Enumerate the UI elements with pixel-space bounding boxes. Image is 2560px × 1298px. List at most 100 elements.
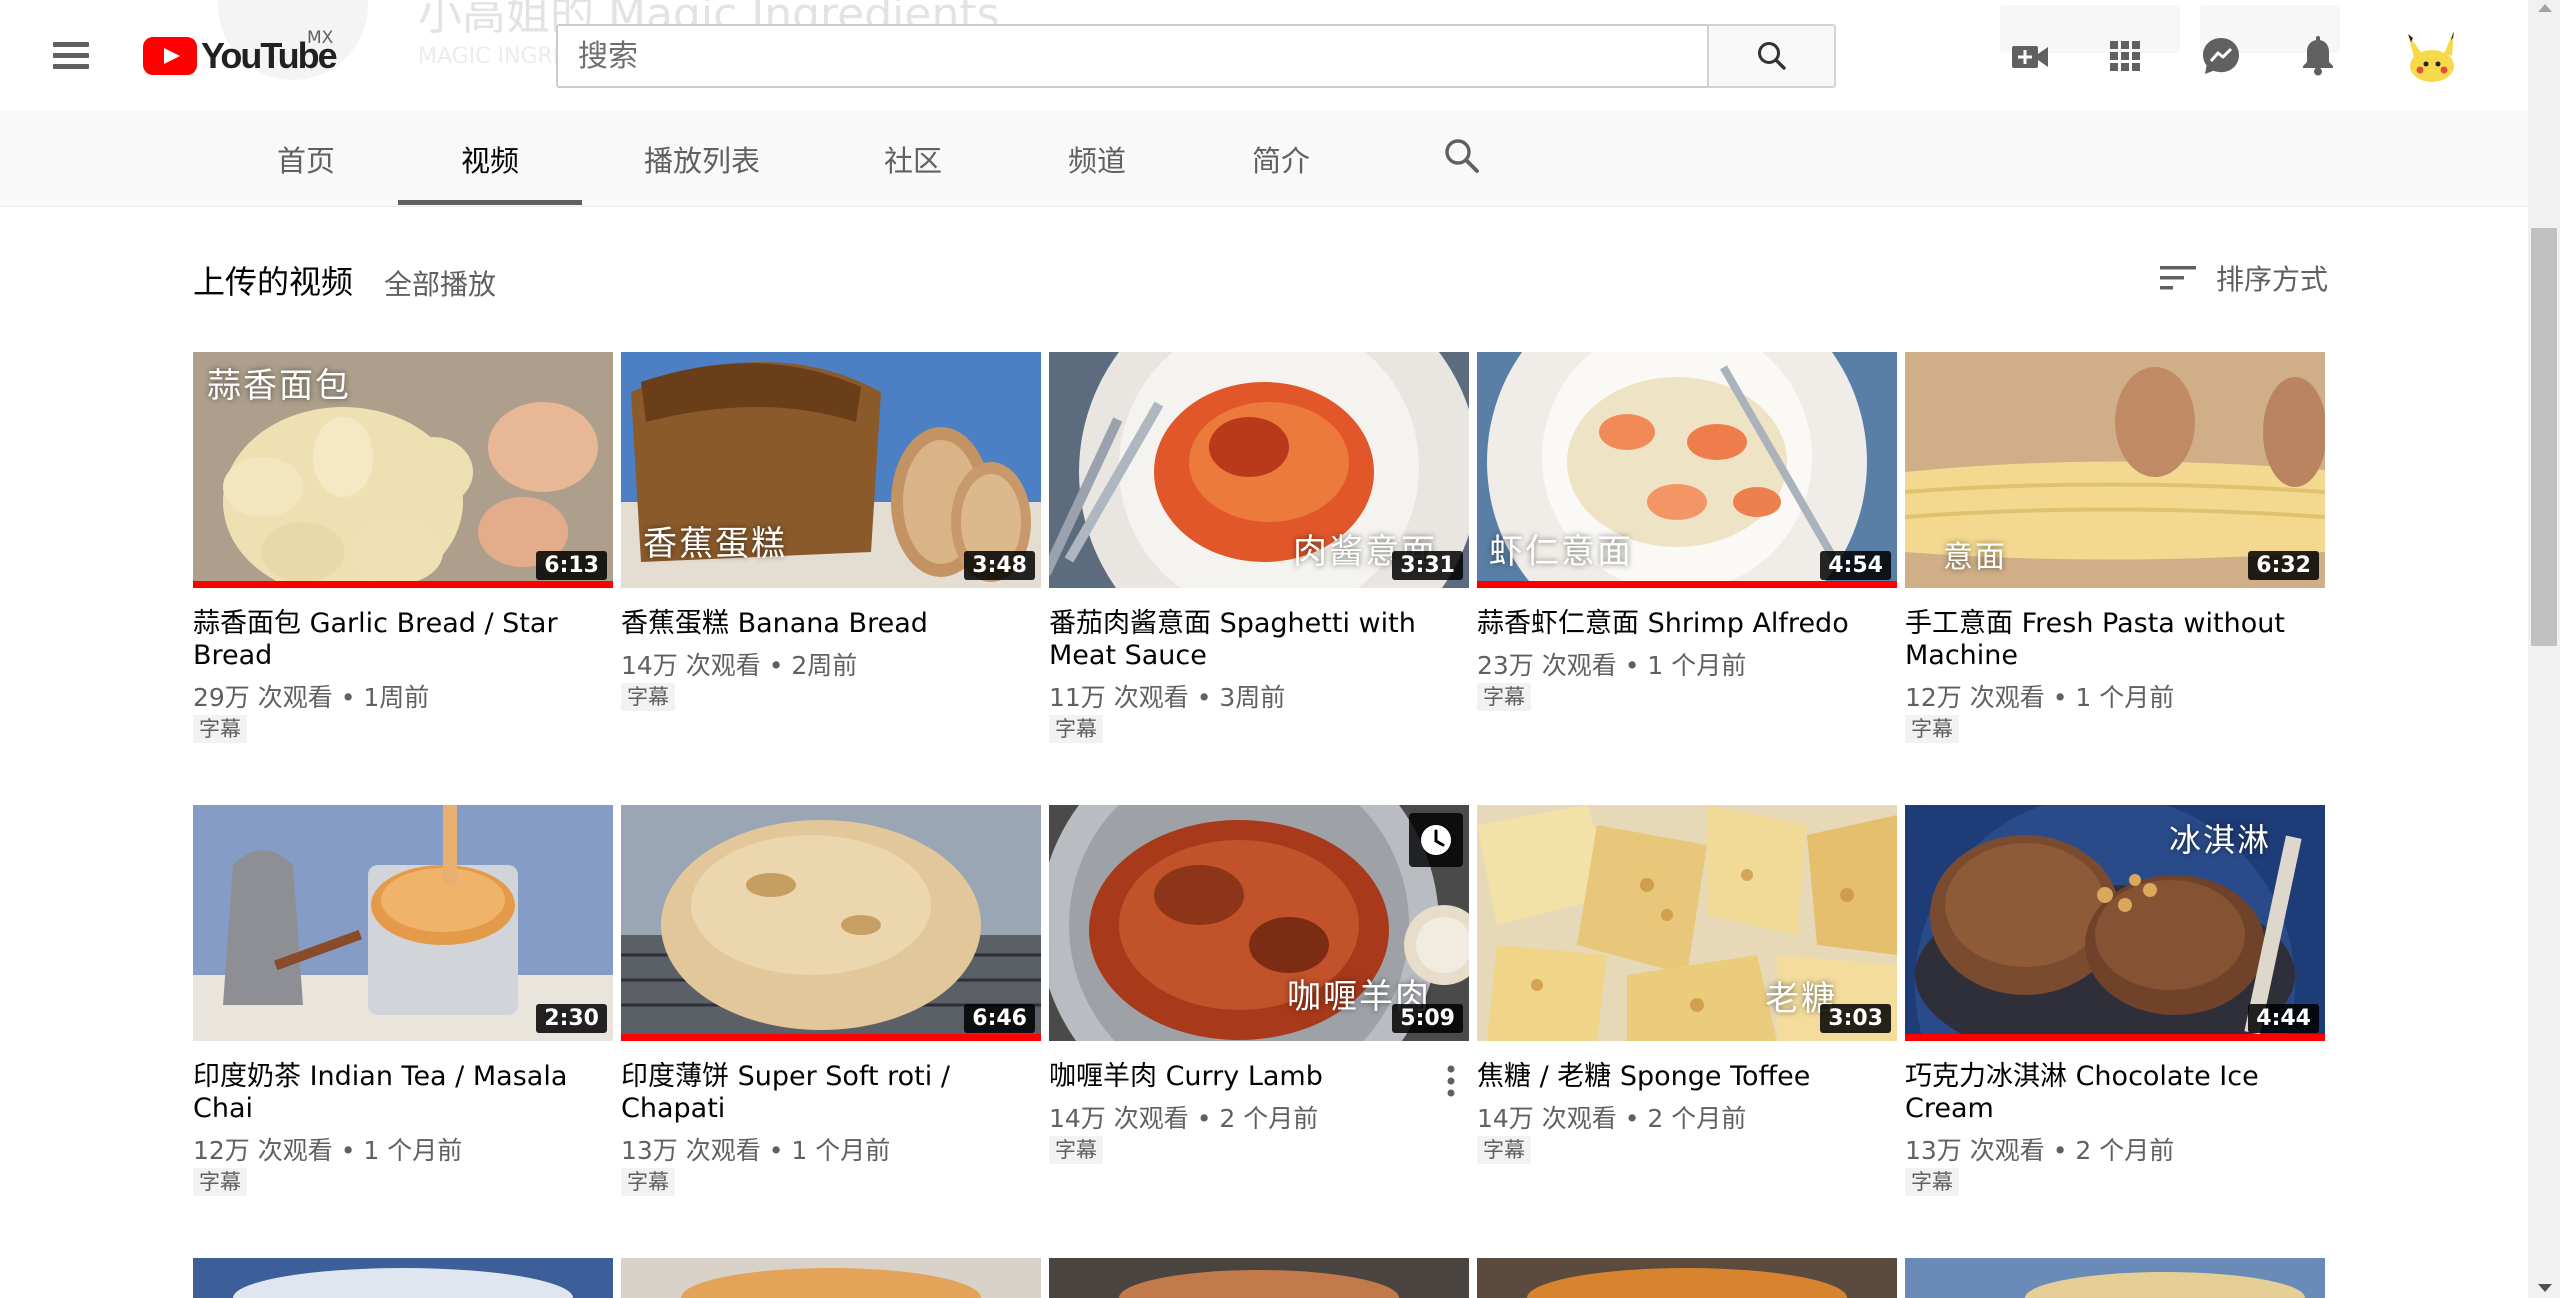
thumbnail-overlay-text: 冰淇淋 bbox=[2169, 821, 2272, 859]
video-meta: 12万 次观看 • 1 个月前 bbox=[1905, 683, 2175, 712]
cc-badge: 字幕 bbox=[1049, 1136, 1103, 1164]
upload-age: 1 个月前 bbox=[1647, 651, 1747, 680]
cc-badge: 字幕 bbox=[1905, 715, 1959, 743]
cc-badge: 字幕 bbox=[621, 683, 675, 711]
duration-badge: 2:30 bbox=[536, 1004, 607, 1033]
view-count: 13万 次观看 bbox=[621, 1136, 761, 1165]
video-card: 意面 6:32 手工意面 Fresh Pasta without Machine… bbox=[1905, 352, 2325, 743]
search-input[interactable] bbox=[558, 26, 1708, 86]
channel-search-icon[interactable] bbox=[1440, 134, 1484, 178]
watch-later-icon[interactable] bbox=[1409, 813, 1463, 867]
video-thumbnail-partial[interactable] bbox=[621, 1258, 1041, 1298]
watch-progress-bar bbox=[1477, 581, 1897, 588]
video-title[interactable]: 焦糖 / 老糖 Sponge Toffee bbox=[1477, 1061, 1897, 1093]
thumbnail-overlay-text: 蒜香面包 bbox=[207, 366, 351, 406]
more-vert-icon[interactable] bbox=[1441, 1061, 1461, 1101]
video-meta: 11万 次观看 • 3周前 bbox=[1049, 683, 1286, 712]
upload-age: 1周前 bbox=[363, 683, 430, 712]
tab-community[interactable]: 社区 bbox=[860, 111, 966, 207]
video-thumbnail-partial[interactable] bbox=[193, 1258, 613, 1298]
video-title[interactable]: 印度奶茶 Indian Tea / Masala Chai bbox=[193, 1061, 613, 1125]
video-card: 咖喱羊肉 5:09 咖喱羊肉 Curry Lamb 14万 次观看 • 2 个月… bbox=[1049, 805, 1469, 1164]
upload-age: 1 个月前 bbox=[363, 1136, 463, 1165]
menu-icon[interactable] bbox=[49, 39, 95, 73]
tab-about[interactable]: 简介 bbox=[1228, 111, 1334, 207]
upload-age: 2 个月前 bbox=[1219, 1104, 1319, 1133]
upload-age: 2 个月前 bbox=[1647, 1104, 1747, 1133]
video-thumbnail[interactable]: 咖喱羊肉 5:09 bbox=[1049, 805, 1469, 1041]
upload-age: 2 个月前 bbox=[2075, 1136, 2175, 1165]
duration-badge: 4:44 bbox=[2248, 1004, 2319, 1033]
video-card: 冰淇淋 4:44 巧克力冰淇淋 Chocolate Ice Cream 13万 … bbox=[1905, 805, 2325, 1196]
avatar[interactable] bbox=[2400, 24, 2464, 88]
video-card: 6:46 印度薄饼 Super Soft roti / Chapati 13万 … bbox=[621, 805, 1041, 1196]
view-count: 14万 次观看 bbox=[621, 651, 761, 680]
section-title: 上传的视频 bbox=[193, 263, 354, 301]
video-title[interactable]: 蒜香虾仁意面 Shrimp Alfredo bbox=[1477, 608, 1897, 640]
duration-badge: 6:32 bbox=[2248, 551, 2319, 580]
video-title[interactable]: 手工意面 Fresh Pasta without Machine bbox=[1905, 608, 2325, 672]
youtube-logo[interactable]: YouTube MX bbox=[143, 28, 338, 78]
video-card: 肉酱意面 3:31 番茄肉酱意面 Spaghetti with Meat Sau… bbox=[1049, 352, 1469, 743]
duration-badge: 6:46 bbox=[964, 1004, 1035, 1033]
video-title[interactable]: 印度薄饼 Super Soft roti / Chapati bbox=[621, 1061, 1041, 1125]
sort-button[interactable]: 排序方式 bbox=[2158, 258, 2328, 298]
video-title[interactable]: 番茄肉酱意面 Spaghetti with Meat Sauce bbox=[1049, 608, 1469, 672]
video-thumbnail[interactable]: 2:30 bbox=[193, 805, 613, 1041]
video-thumbnail-partial[interactable] bbox=[1049, 1258, 1469, 1298]
duration-badge: 5:09 bbox=[1392, 1004, 1463, 1033]
video-thumbnail[interactable]: 6:46 bbox=[621, 805, 1041, 1041]
video-thumbnail[interactable]: 肉酱意面 3:31 bbox=[1049, 352, 1469, 588]
video-card: 香蕉蛋糕 3:48 香蕉蛋糕 Banana Bread 14万 次观看 • 2周… bbox=[621, 352, 1041, 711]
tab-home[interactable]: 首页 bbox=[250, 111, 362, 207]
notifications-bell-icon[interactable] bbox=[2296, 34, 2340, 78]
cc-badge: 字幕 bbox=[193, 715, 247, 743]
video-meta: 14万 次观看 • 2 个月前 bbox=[1049, 1104, 1319, 1133]
video-card: 老糖 3:03 焦糖 / 老糖 Sponge Toffee 14万 次观看 • … bbox=[1477, 805, 1897, 1164]
upload-age: 2周前 bbox=[791, 651, 858, 680]
sort-icon bbox=[2160, 266, 2196, 290]
video-thumbnail-partial[interactable] bbox=[1477, 1258, 1897, 1298]
scrollbar-thumb[interactable] bbox=[2531, 228, 2557, 646]
video-thumbnail[interactable]: 意面 6:32 bbox=[1905, 352, 2325, 588]
view-count: 12万 次观看 bbox=[1905, 683, 2045, 712]
video-title[interactable]: 咖喱羊肉 Curry Lamb bbox=[1049, 1061, 1469, 1093]
view-count: 23万 次观看 bbox=[1477, 651, 1617, 680]
play-all-link[interactable]: 全部播放 bbox=[384, 263, 496, 303]
video-thumbnail[interactable]: 冰淇淋 4:44 bbox=[1905, 805, 2325, 1041]
video-thumbnail[interactable]: 虾仁意面 4:54 bbox=[1477, 352, 1897, 588]
video-card: 虾仁意面 4:54 蒜香虾仁意面 Shrimp Alfredo 23万 次观看 … bbox=[1477, 352, 1897, 711]
video-meta: 14万 次观看 • 2 个月前 bbox=[1477, 1104, 1747, 1133]
channel-tabs: 首页 视频 播放列表 社区 频道 简介 bbox=[0, 111, 2528, 207]
video-meta: 13万 次观看 • 2 个月前 bbox=[1905, 1136, 2175, 1165]
duration-badge: 3:48 bbox=[964, 551, 1035, 580]
cc-badge: 字幕 bbox=[193, 1168, 247, 1196]
cc-badge: 字幕 bbox=[1905, 1168, 1959, 1196]
thumbnail-overlay-text: 意面 bbox=[1943, 540, 2007, 575]
create-video-icon[interactable] bbox=[2008, 34, 2052, 78]
tab-playlists[interactable]: 播放列表 bbox=[620, 111, 784, 207]
video-thumbnail[interactable]: 蒜香面包 6:13 bbox=[193, 352, 613, 588]
view-count: 13万 次观看 bbox=[1905, 1136, 2045, 1165]
scrollbar[interactable] bbox=[2528, 0, 2560, 1298]
video-meta: 14万 次观看 • 2周前 bbox=[621, 651, 858, 680]
duration-badge: 3:03 bbox=[1820, 1004, 1891, 1033]
watch-progress-bar bbox=[193, 581, 613, 588]
video-thumbnail[interactable]: 老糖 3:03 bbox=[1477, 805, 1897, 1041]
messages-icon[interactable] bbox=[2199, 34, 2243, 78]
video-title[interactable]: 巧克力冰淇淋 Chocolate Ice Cream bbox=[1905, 1061, 2325, 1125]
upload-age: 1 个月前 bbox=[791, 1136, 891, 1165]
upload-age: 3周前 bbox=[1219, 683, 1286, 712]
search-button[interactable] bbox=[1707, 24, 1836, 88]
tab-videos[interactable]: 视频 bbox=[398, 111, 582, 207]
tab-channels[interactable]: 频道 bbox=[1044, 111, 1150, 207]
scroll-up-arrow[interactable] bbox=[2538, 4, 2552, 12]
duration-badge: 6:13 bbox=[536, 551, 607, 580]
video-thumbnail[interactable]: 香蕉蛋糕 3:48 bbox=[621, 352, 1041, 588]
apps-grid-icon[interactable] bbox=[2103, 34, 2147, 78]
video-title[interactable]: 蒜香面包 Garlic Bread / Star Bread bbox=[193, 608, 613, 672]
video-title[interactable]: 香蕉蛋糕 Banana Bread bbox=[621, 608, 1041, 640]
video-thumbnail-partial[interactable] bbox=[1905, 1258, 2325, 1298]
scroll-down-arrow[interactable] bbox=[2538, 1284, 2552, 1292]
watch-progress-bar bbox=[1905, 1034, 2325, 1041]
